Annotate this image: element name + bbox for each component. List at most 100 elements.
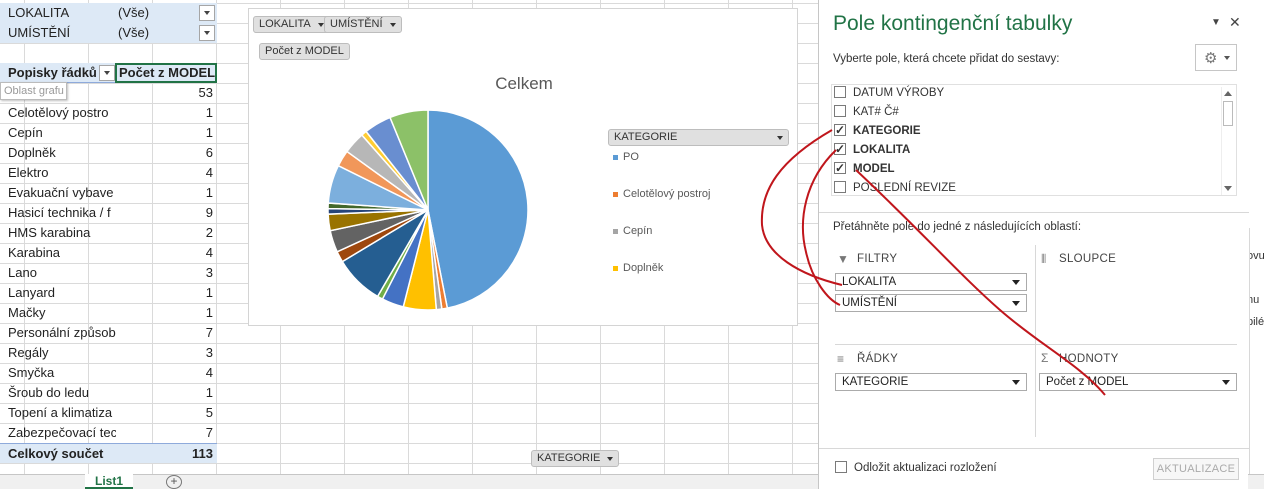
filters-item-umisteni[interactable]: UMÍSTĚNÍ xyxy=(835,294,1027,312)
row-label[interactable]: Zabezpečovací tec xyxy=(0,423,116,443)
scroll-thumb[interactable] xyxy=(1223,101,1233,126)
row-value[interactable]: 7 xyxy=(150,323,217,343)
field-checkbox[interactable] xyxy=(834,122,846,139)
row-value[interactable]: 7 xyxy=(150,423,217,443)
pane-options-chevron-icon[interactable]: ▼ xyxy=(1211,17,1221,28)
plus-circle-icon[interactable]: + xyxy=(166,475,182,489)
grand-total-row: Celkový součet 113 xyxy=(0,443,217,463)
values-item-pocet-z-model[interactable]: Počet z MODEL xyxy=(1039,373,1237,391)
field-item-posledni-revize[interactable]: POSLEDNÍ REVIZE xyxy=(834,180,956,197)
filter-dropdown-umisteni[interactable] xyxy=(199,25,215,41)
scroll-up-icon[interactable] xyxy=(1224,91,1232,96)
gear-icon: ⚙ xyxy=(1204,50,1218,67)
pivot-header-row: Popisky řádků Počet z MODEL xyxy=(0,63,217,83)
row-label[interactable]: Smyčka xyxy=(0,363,116,383)
row-value[interactable]: 1 xyxy=(150,123,217,143)
row-label[interactable]: Karabina xyxy=(0,243,116,263)
axis-field-button[interactable]: KATEGORIE xyxy=(531,450,620,467)
defer-label: Odložit aktualizaci rozložení xyxy=(854,462,997,474)
row-value[interactable]: 4 xyxy=(150,363,217,383)
drag-hint: Přetáhněte pole do jedné z následujících… xyxy=(833,221,1082,233)
chevron-down-icon xyxy=(1224,56,1230,60)
divider xyxy=(1035,245,1036,437)
update-button[interactable]: AKTUALIZACE xyxy=(1153,458,1239,480)
field-checkbox[interactable] xyxy=(834,105,846,117)
row-label[interactable]: Mačky xyxy=(0,303,116,323)
field-checkbox[interactable] xyxy=(834,141,846,158)
dropdown-icon xyxy=(777,136,783,140)
sheet-tab-list1[interactable]: List1 xyxy=(85,474,133,489)
row-value[interactable]: 1 xyxy=(150,283,217,303)
field-checkbox[interactable] xyxy=(834,160,846,177)
report-filter-area: LOKALITA (Vše) UMÍSTĚNÍ (Vše) xyxy=(0,3,217,43)
area-title-rows: ŘÁDKY xyxy=(857,353,899,365)
field-label: MODEL xyxy=(853,163,895,175)
filter-dropdown-lokalita[interactable] xyxy=(199,5,215,21)
row-label[interactable]: Šroub do ledu xyxy=(0,383,116,403)
divider xyxy=(819,212,1249,213)
row-value[interactable]: 5 xyxy=(150,403,217,423)
pivot-chart[interactable]: LOKALITA UMÍSTĚNÍ Počet z MODEL Celkem K… xyxy=(248,8,798,326)
right-edge-sheet: ovu nu pilé xyxy=(1249,228,1264,474)
legend-field-button[interactable]: KATEGORIE xyxy=(608,129,789,146)
field-item-model[interactable]: MODEL xyxy=(834,160,895,178)
worksheet-grid[interactable]: LOKALITA (Vše) UMÍSTĚNÍ (Vše) Popisky řá… xyxy=(0,0,820,474)
area-item-label: KATEGORIE xyxy=(842,376,909,388)
row-value[interactable]: 6 xyxy=(150,143,217,163)
legend-label: Celotělový postroj xyxy=(623,188,711,200)
row-label[interactable]: Personální způsob xyxy=(0,323,116,343)
scroll-down-icon[interactable] xyxy=(1224,186,1232,191)
defer-update-option[interactable]: Odložit aktualizaci rozložení xyxy=(835,461,997,474)
axis-field-label: KATEGORIE xyxy=(537,452,601,464)
row-label[interactable]: Cepín xyxy=(0,123,116,143)
row-value[interactable]: 1 xyxy=(150,183,217,203)
rows-icon: ≡ xyxy=(837,352,845,366)
defer-checkbox[interactable] xyxy=(835,461,847,473)
row-value[interactable]: 1 xyxy=(150,303,217,323)
field-item-lokalita[interactable]: LOKALITA xyxy=(834,141,911,159)
field-item-kat[interactable]: KAT# Č# xyxy=(834,104,899,121)
row-value[interactable]: 53 xyxy=(150,83,217,103)
row-labels-filter-button[interactable] xyxy=(99,65,115,81)
row-label[interactable]: Topení a klimatiza xyxy=(0,403,116,423)
pane-title: Pole kontingenční tabulky xyxy=(833,12,1073,35)
row-value[interactable]: 3 xyxy=(150,263,217,283)
row-label[interactable]: Evakuační vybave xyxy=(0,183,116,203)
divider xyxy=(835,344,1237,345)
row-label[interactable]: Hasicí technika / f xyxy=(0,203,116,223)
row-value[interactable]: 3 xyxy=(150,343,217,363)
field-list-scrollbar[interactable] xyxy=(1221,87,1234,195)
rows-item-kategorie[interactable]: KATEGORIE xyxy=(835,373,1027,391)
edge-text: pilé xyxy=(1250,316,1264,328)
filters-item-lokalita[interactable]: LOKALITA xyxy=(835,273,1027,291)
area-item-label: UMÍSTĚNÍ xyxy=(842,297,897,309)
row-label[interactable]: Regály xyxy=(0,343,116,363)
field-item-datum-vyroby[interactable]: DATUM VÝROBY xyxy=(834,85,944,102)
row-value[interactable]: 1 xyxy=(150,103,217,123)
legend-item: Celotělový postroj xyxy=(613,188,710,200)
value-header: Počet z MODEL xyxy=(119,65,216,80)
row-value[interactable]: 4 xyxy=(150,163,217,183)
close-icon[interactable]: ✕ xyxy=(1229,14,1241,31)
field-checkbox[interactable] xyxy=(834,86,846,98)
legend-swatch xyxy=(613,191,618,197)
legend-label: Cepín xyxy=(623,225,653,237)
field-label: LOKALITA xyxy=(853,144,911,156)
row-label[interactable]: Lano xyxy=(0,263,116,283)
row-value[interactable]: 4 xyxy=(150,243,217,263)
row-label[interactable]: Elektro xyxy=(0,163,116,183)
dropdown-icon xyxy=(1012,380,1020,385)
tools-button[interactable]: ⚙ xyxy=(1195,44,1237,71)
row-value[interactable]: 2 xyxy=(150,223,217,243)
row-label[interactable]: Celotělový postro xyxy=(0,103,116,123)
row-labels-header: Popisky řádků xyxy=(8,65,96,80)
area-item-label: Počet z MODEL xyxy=(1046,376,1129,388)
row-label[interactable]: HMS karabina xyxy=(0,223,116,243)
row-label[interactable]: Doplněk xyxy=(0,143,116,163)
pie-slice[interactable] xyxy=(427,109,529,309)
row-label[interactable]: Lanyard xyxy=(0,283,116,303)
row-value[interactable]: 9 xyxy=(150,203,217,223)
row-value[interactable]: 1 xyxy=(150,383,217,403)
field-checkbox[interactable] xyxy=(834,181,846,193)
field-item-kategorie[interactable]: KATEGORIE xyxy=(834,122,921,140)
